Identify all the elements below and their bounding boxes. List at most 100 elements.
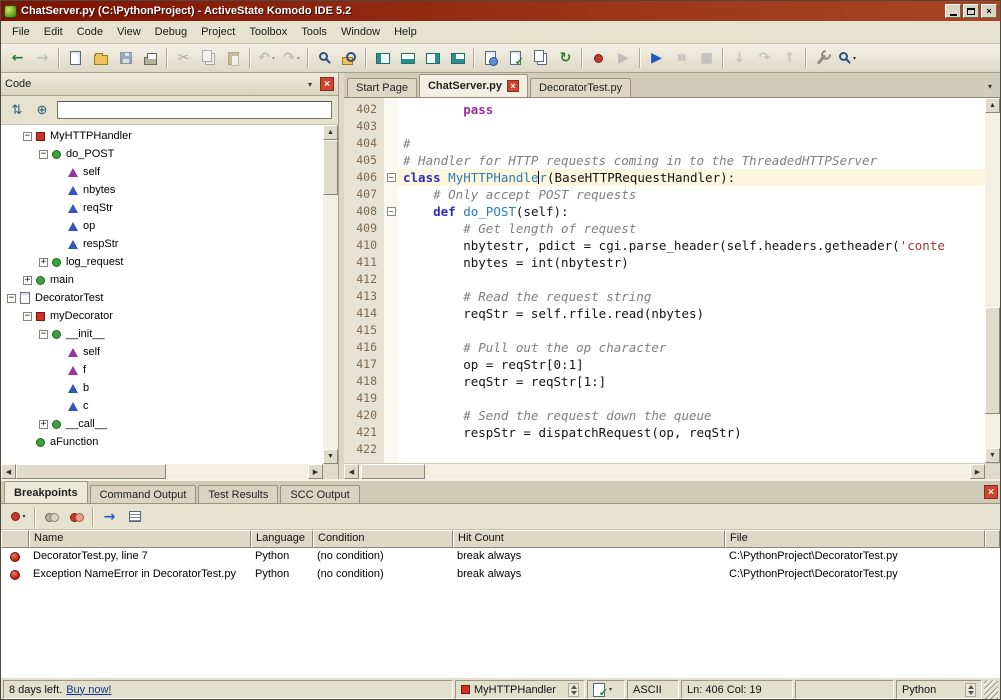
tree-expander-plus-icon[interactable]: + [23, 276, 32, 285]
maximize-button[interactable] [963, 4, 979, 18]
step-out-button[interactable]: ↑ [777, 46, 802, 70]
editor-vscroll-track[interactable] [985, 113, 1000, 448]
cut-button[interactable]: ✂ [171, 46, 196, 70]
syntax-check-segment[interactable]: ▾ [587, 680, 625, 699]
symbol-spinner-icon[interactable] [568, 683, 579, 697]
code-line[interactable]: 411 nbytes = int(nbytestr) [344, 254, 985, 271]
save-button[interactable] [113, 46, 138, 70]
delete-breakpoint-button[interactable] [39, 505, 64, 529]
tree-item-self[interactable]: self [1, 163, 323, 181]
tree-expander-minus-icon[interactable]: − [23, 312, 32, 321]
add-breakpoint-button[interactable]: ▾ [6, 505, 31, 529]
toolbox-button[interactable] [810, 46, 835, 70]
menu-item-code[interactable]: Code [70, 23, 110, 41]
code-line[interactable]: 417 op = reqStr[0:1] [344, 356, 985, 373]
code-line[interactable]: 421 respStr = dispatchRequest(op, reqStr… [344, 424, 985, 441]
minimize-button[interactable] [945, 4, 961, 18]
tree-item-main[interactable]: +main [1, 271, 323, 289]
tree-item-do-post[interactable]: −do_POST [1, 145, 323, 163]
sort-icon[interactable]: ⇅ [7, 100, 27, 120]
column-header-condition[interactable]: Condition [313, 530, 453, 548]
show-right-pane-button[interactable] [420, 46, 445, 70]
scroll-up-icon[interactable]: ▲ [985, 98, 1000, 113]
new-file-button[interactable] [63, 46, 88, 70]
tree-item-myhttphandler[interactable]: −MyHTTPHandler [1, 127, 323, 145]
scroll-left-icon[interactable]: ◀ [344, 464, 359, 479]
tree-item-f[interactable]: f [1, 361, 323, 379]
output-tab-scc-output[interactable]: SCC Output [280, 485, 359, 503]
menu-item-tools[interactable]: Tools [294, 23, 334, 41]
editor-tab-chatserver-py[interactable]: ChatServer.py× [419, 74, 528, 97]
tree-item-reqstr[interactable]: reqStr [1, 199, 323, 217]
editor-vscroll-thumb[interactable] [985, 307, 1000, 414]
tree-horizontal-scrollbar[interactable]: ◀ ▶ [1, 464, 323, 479]
find-button[interactable] [312, 46, 337, 70]
dialog-chooser-button[interactable]: ▾ [835, 46, 860, 70]
editor-tab-decoratortest-py[interactable]: DecoratorTest.py [530, 78, 631, 97]
menu-item-view[interactable]: View [110, 23, 148, 41]
output-pane-close-button[interactable]: × [984, 485, 998, 499]
code-line[interactable]: 420 # Send the request down the queue [344, 407, 985, 424]
code-line[interactable]: 409 # Get length of request [344, 220, 985, 237]
column-header-hit-count[interactable]: Hit Count [453, 530, 725, 548]
menu-item-debug[interactable]: Debug [148, 23, 194, 41]
tree-expander-minus-icon[interactable]: − [39, 330, 48, 339]
output-tab-test-results[interactable]: Test Results [198, 485, 278, 503]
column-header-name[interactable]: Name [29, 530, 251, 548]
menu-item-file[interactable]: File [5, 23, 37, 41]
scroll-up-icon[interactable]: ▲ [323, 125, 338, 140]
copy-button[interactable] [196, 46, 221, 70]
tree-item-self[interactable]: self [1, 343, 323, 361]
editor-tab-start-page[interactable]: Start Page [347, 78, 417, 97]
paste-button[interactable] [221, 46, 246, 70]
tree-expander-minus-icon[interactable]: − [39, 150, 48, 159]
debug-pause-button[interactable]: ▮▮ [669, 46, 694, 70]
show-bottom-pane-button[interactable] [395, 46, 420, 70]
code-line[interactable]: 406−class MyHTTPHandler(BaseHTTPRequestH… [344, 169, 985, 186]
language-spinner-icon[interactable] [965, 683, 976, 697]
menu-item-help[interactable]: Help [387, 23, 424, 41]
step-over-button[interactable]: ↷ [752, 46, 777, 70]
code-line[interactable]: 414 reqStr = self.rfile.read(nbytes) [344, 305, 985, 322]
toggle-breakpoint-state-button[interactable] [64, 505, 89, 529]
fold-collapse-icon[interactable]: − [387, 173, 396, 182]
tree-expander-minus-icon[interactable]: − [7, 294, 16, 303]
resize-grip[interactable] [984, 680, 998, 699]
column-header-blank[interactable] [985, 530, 1000, 548]
macro-play-button[interactable]: ▶ [611, 46, 636, 70]
editor-hscroll-thumb[interactable] [361, 464, 425, 479]
code-line[interactable]: 408− def do_POST(self): [344, 203, 985, 220]
tree-vscroll-thumb[interactable] [323, 140, 338, 195]
tree-item-decoratortest[interactable]: −DecoratorTest [1, 289, 323, 307]
forward-button[interactable]: → [30, 46, 55, 70]
output-tab-breakpoints[interactable]: Breakpoints [4, 481, 88, 503]
menu-item-project[interactable]: Project [194, 23, 242, 41]
tree-hscroll-thumb[interactable] [16, 464, 166, 479]
tree-item-mydecorator[interactable]: −myDecorator [1, 307, 323, 325]
editor-vertical-scrollbar[interactable]: ▲ ▼ [985, 98, 1000, 463]
code-line[interactable]: 416 # Pull out the op character [344, 339, 985, 356]
close-button[interactable]: × [981, 4, 997, 18]
tree-vscroll-track[interactable] [323, 140, 338, 449]
tree-item-log-request[interactable]: +log_request [1, 253, 323, 271]
locate-icon[interactable]: ⊕ [32, 100, 52, 120]
tree-item-afunction[interactable]: aFunction [1, 433, 323, 451]
refresh-status-button[interactable]: ↻ [553, 46, 578, 70]
scroll-left-icon[interactable]: ◀ [1, 464, 16, 479]
scroll-right-icon[interactable]: ▶ [970, 464, 985, 479]
debug-stop-button[interactable]: ■ [694, 46, 719, 70]
tree-item-op[interactable]: op [1, 217, 323, 235]
code-line[interactable]: 419 [344, 390, 985, 407]
code-line[interactable]: 412 [344, 271, 985, 288]
tree-item-c[interactable]: c [1, 397, 323, 415]
code-filter-input[interactable] [57, 101, 332, 119]
menu-item-window[interactable]: Window [334, 23, 387, 41]
encoding-segment[interactable]: ASCII [627, 680, 679, 699]
breakpoint-row[interactable]: DecoratorTest.py, line 7Python(no condit… [1, 548, 1000, 566]
column-header-file[interactable]: File [725, 530, 985, 548]
column-header-blank[interactable] [1, 530, 29, 548]
compare-files-button[interactable] [528, 46, 553, 70]
open-file-button[interactable] [88, 46, 113, 70]
step-in-button[interactable]: ↓ [727, 46, 752, 70]
show-all-panes-button[interactable] [445, 46, 470, 70]
